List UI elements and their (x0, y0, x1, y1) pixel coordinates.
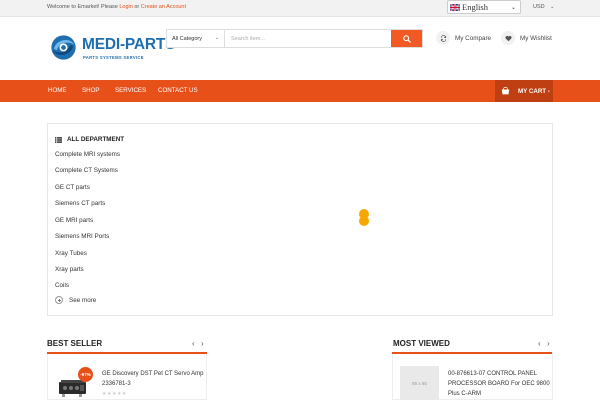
product-name[interactable]: 00-876613-07 CONTROL PANEL PROCESSOR BOA… (448, 369, 552, 399)
chevron-down-icon: ⌄ (550, 4, 555, 10)
department-item-coils[interactable]: Coils (55, 282, 69, 289)
department-item-ge-mri[interactable]: GE MRI parts (55, 217, 93, 224)
logo-swirl-icon (51, 35, 76, 60)
logo-tagline: PARTS SYSTEMS SERVICE (83, 55, 144, 60)
best-seller-product-card[interactable]: -67% GE Discovery DST Pet CT Servo Amp 2… (47, 354, 207, 400)
department-item-ge-ct[interactable]: GE CT parts (55, 184, 90, 191)
department-item-xray-tubes[interactable]: Xray Tubes (55, 250, 87, 257)
best-seller-prev-button[interactable]: ‹ (192, 339, 195, 348)
category-select[interactable]: All Category ⌄ (167, 30, 225, 47)
currency-label: USD (533, 4, 545, 10)
wishlist-link[interactable]: My Wishlist (501, 31, 552, 45)
shopping-bag-icon (501, 87, 510, 95)
logo-name: MEDI-PARTS (82, 36, 176, 53)
department-item-complete-ct[interactable]: Complete CT Systems (55, 167, 118, 174)
compare-icon (436, 31, 450, 45)
or-text: or (132, 4, 141, 10)
product-image-placeholder: 85 x 85 (400, 366, 439, 400)
department-item-siemens-mri[interactable]: Siemens MRI Ports (55, 233, 109, 240)
discount-badge: -67% (78, 367, 93, 382)
nav-contact-us[interactable]: CONTACT US (158, 87, 198, 94)
most-viewed-next-button[interactable]: › (547, 339, 550, 348)
heart-icon (501, 31, 515, 45)
list-icon (55, 136, 62, 143)
department-item-xray-parts[interactable]: Xray parts (55, 266, 84, 273)
best-seller-title: BEST SELLER (47, 339, 103, 348)
search-input[interactable] (225, 30, 391, 47)
department-panel: ALL DEPARTMENT Complete MRI systems Comp… (47, 123, 553, 316)
product-name[interactable]: GE Discovery DST Pet CT Servo Amp 233678… (102, 369, 206, 389)
chevron-down-icon: ⌄ (214, 35, 219, 41)
plus-circle-icon (55, 296, 63, 304)
wishlist-label: My Wishlist (520, 34, 552, 42)
compare-link[interactable]: My Compare (436, 31, 491, 45)
rating-stars: ★★★★★ (102, 391, 127, 397)
loading-spinner-icon (359, 209, 369, 227)
chevron-down-icon: ⌄ (510, 5, 516, 11)
language-select[interactable]: English ⌄ (447, 0, 521, 14)
top-bar: Welcome to Emarket! Please Login or Crea… (0, 0, 600, 17)
most-viewed-product-card[interactable]: 85 x 85 00-876613-07 CONTROL PANEL PROCE… (392, 354, 553, 400)
search-icon (402, 34, 411, 43)
language-label: English (462, 2, 488, 12)
nav-shop[interactable]: SHOP (82, 87, 100, 94)
see-more-link[interactable]: See more (55, 296, 96, 304)
search-button[interactable] (391, 30, 422, 47)
nav-home[interactable]: HOME (48, 87, 67, 94)
compare-label: My Compare (455, 34, 492, 42)
currency-select[interactable]: USD ⌄ (533, 4, 554, 10)
department-item-siemens-ct[interactable]: Siemens CT parts (55, 200, 105, 207)
welcome-message: Welcome to Emarket! Please Login or Crea… (47, 4, 186, 10)
cart-label: MY CART - (518, 87, 550, 95)
nav-services[interactable]: SERVICES (115, 87, 146, 94)
most-viewed-title: MOST VIEWED (393, 339, 450, 348)
main-nav: HOME SHOP SERVICES CONTACT US MY CART - (0, 80, 600, 102)
uk-flag-icon (450, 3, 460, 11)
best-seller-next-button[interactable]: › (201, 339, 204, 348)
department-title: ALL DEPARTMENT (55, 136, 124, 143)
search-bar: All Category ⌄ (166, 29, 423, 48)
department-title-label: ALL DEPARTMENT (67, 136, 125, 143)
see-more-label: See more (69, 296, 97, 304)
department-item-complete-mri[interactable]: Complete MRI systems (55, 151, 120, 158)
category-label: All Category (172, 35, 202, 42)
cart-button[interactable]: MY CART - (495, 80, 553, 102)
welcome-text: Welcome to Emarket! Please (47, 4, 120, 10)
create-account-link[interactable]: Create an Account (141, 4, 186, 10)
site-logo[interactable]: MEDI-PARTS PARTS SYSTEMS SERVICE (48, 33, 175, 67)
most-viewed-prev-button[interactable]: ‹ (538, 339, 541, 348)
login-link[interactable]: Login (119, 4, 132, 10)
